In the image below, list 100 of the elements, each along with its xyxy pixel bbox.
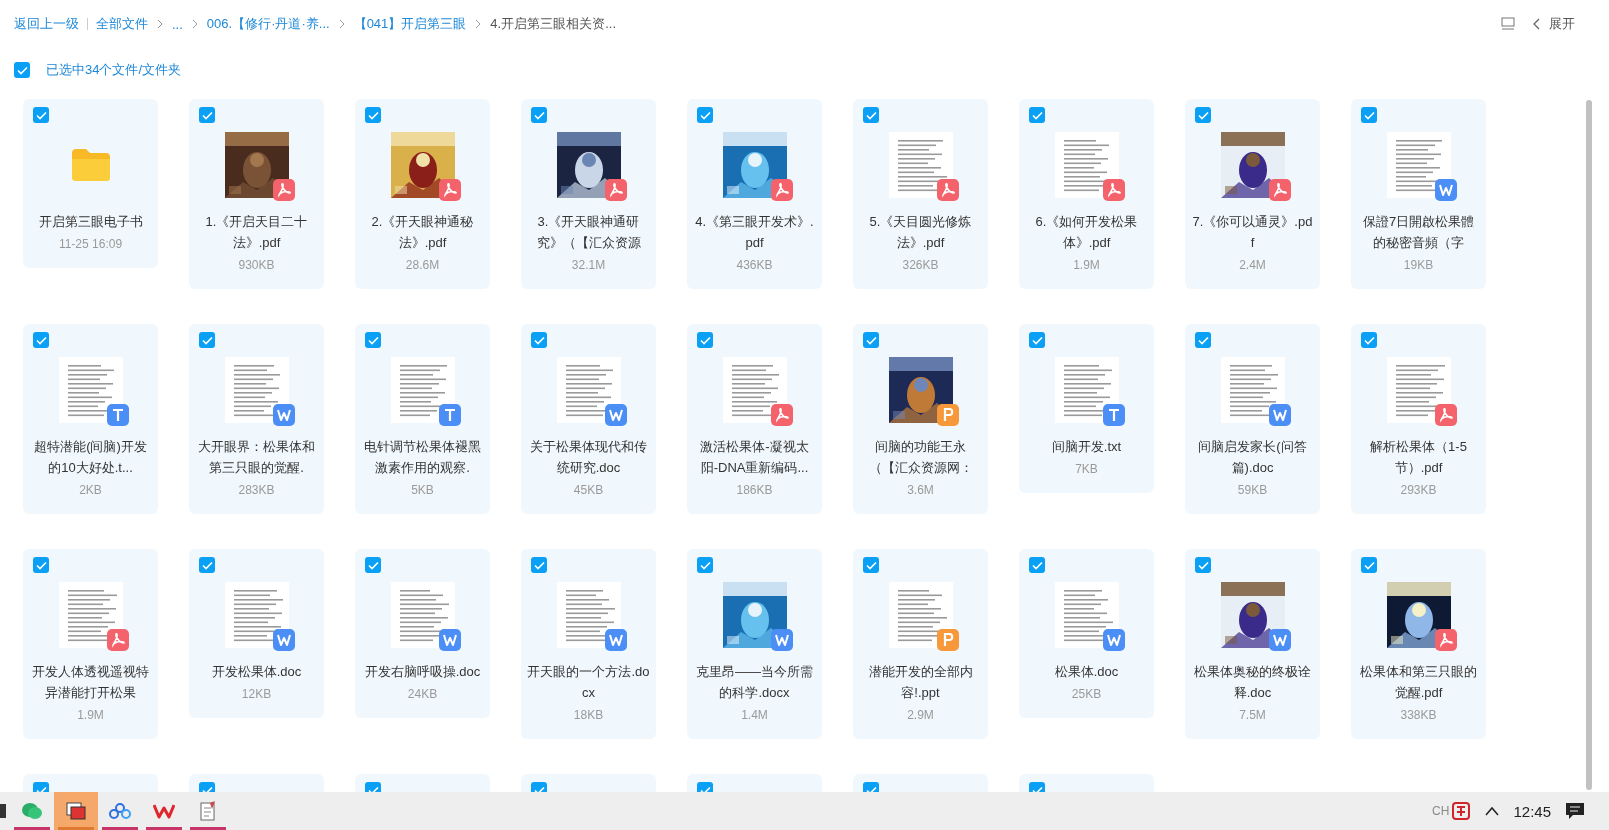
window-icon <box>66 802 86 820</box>
folder-card[interactable]: 开启第三眼电子书 11-25 16:09 <box>23 99 158 268</box>
file-card[interactable]: 6.《如何开发松果体》.pdf 1.9M <box>1019 99 1154 289</box>
file-name: 开天眼的一个方法.docx <box>527 663 650 702</box>
file-card[interactable]: 开天眼的一个方法.docx 18KB <box>521 549 656 739</box>
taskbar-app[interactable] <box>54 792 98 830</box>
checkbox[interactable] <box>199 557 215 573</box>
pdf-badge-icon <box>1268 179 1291 201</box>
file-name: 松果体奥秘的终极诠释.doc <box>1193 663 1312 702</box>
checkbox[interactable] <box>697 332 713 348</box>
checkbox[interactable] <box>531 332 547 348</box>
file-size: 32.1M <box>571 257 606 274</box>
file-card[interactable]: 潜能开发的全部内容!.ppt 2.9M <box>853 549 988 739</box>
clock[interactable]: 12:45 <box>1513 802 1551 820</box>
file-card[interactable]: 保證7日開啟松果體的秘密音頻（字 19KB <box>1351 99 1486 289</box>
checkbox[interactable] <box>697 107 713 123</box>
file-card[interactable]: 开发右脑呼吸操.doc 24KB <box>355 549 490 718</box>
file-card[interactable]: 7.《你可以通灵》.pdf 2.4M <box>1185 99 1320 289</box>
scrollbar-thumb[interactable] <box>1586 100 1592 790</box>
office-icon <box>153 803 175 819</box>
pdf-badge-icon <box>1434 404 1457 426</box>
checkbox[interactable] <box>1195 107 1211 123</box>
checkbox[interactable] <box>1361 332 1377 348</box>
file-name: 6.《如何开发松果体》.pdf <box>1034 213 1139 252</box>
checkbox[interactable] <box>365 107 381 123</box>
text-badge-icon <box>106 404 129 426</box>
checkbox[interactable] <box>199 107 215 123</box>
chevron-up-icon[interactable] <box>1485 806 1500 816</box>
stamp-icon[interactable] <box>1451 801 1472 821</box>
file-size: 19KB <box>1403 257 1434 274</box>
file-card[interactable]: 间脑启发家长(问答篇).doc 59KB <box>1185 324 1320 514</box>
pdf-badge-icon <box>272 179 295 201</box>
back-link[interactable]: 返回上一级 <box>14 15 79 33</box>
word-badge-icon <box>770 629 793 651</box>
file-name: 关于松果体现代和传统研究.doc <box>529 438 648 477</box>
breadcrumb-link[interactable]: 全部文件 <box>96 15 148 33</box>
file-size: 186KB <box>736 482 773 499</box>
checkbox[interactable] <box>1195 332 1211 348</box>
checkbox[interactable] <box>531 557 547 573</box>
file-card[interactable]: 超特潜能(间脑)开发的10大好处.t... 2KB <box>23 324 158 514</box>
file-card[interactable]: 2.《开天眼神通秘法》.pdf 28.6M <box>355 99 490 289</box>
file-card[interactable]: 解析松果体（1-5节）.pdf 293KB <box>1351 324 1486 514</box>
checkbox[interactable] <box>1361 557 1377 573</box>
checkbox[interactable] <box>1361 107 1377 123</box>
checkbox[interactable] <box>1029 332 1045 348</box>
file-size: 283KB <box>238 482 275 499</box>
notification-icon[interactable] <box>1565 802 1585 820</box>
checkbox[interactable] <box>33 557 49 573</box>
breadcrumb-link[interactable]: ... <box>172 16 183 32</box>
file-size: 338KB <box>1400 707 1437 724</box>
file-card[interactable]: 5.《天目圆光修炼法》.pdf 326KB <box>853 99 988 289</box>
word-badge-icon <box>604 629 627 651</box>
file-card[interactable]: 开发松果体.doc 12KB <box>189 549 324 718</box>
file-card[interactable]: 1.《开启天目二十法》.pdf 930KB <box>189 99 324 289</box>
checkbox[interactable] <box>863 107 879 123</box>
checkbox[interactable] <box>365 557 381 573</box>
file-size: 2.9M <box>907 707 934 724</box>
breadcrumb-link[interactable]: 006.【修行·丹道·养... <box>206 15 330 33</box>
file-card[interactable]: 关于松果体现代和传统研究.doc 45KB <box>521 324 656 514</box>
app-icon <box>0 804 6 818</box>
checkbox[interactable] <box>365 332 381 348</box>
file-card[interactable]: 松果体.doc 25KB <box>1019 549 1154 718</box>
expand-button[interactable]: 展开 <box>1533 15 1575 33</box>
file-card[interactable]: 4.《第三眼开发术》.pdf 436KB <box>687 99 822 289</box>
file-card[interactable]: 大开眼界：松果体和第三只眼的觉醒. 283KB <box>189 324 324 514</box>
file-card[interactable]: 松果体奥秘的终极诠释.doc 7.5M <box>1185 549 1320 739</box>
file-card[interactable]: 开发人体透视遥视特异潜能打开松果 1.9M <box>23 549 158 739</box>
pdf-badge-icon <box>1434 629 1457 651</box>
checkbox[interactable] <box>531 107 547 123</box>
file-card[interactable]: 松果体和第三只眼的觉醒.pdf 338KB <box>1351 549 1486 739</box>
checkbox[interactable] <box>33 107 49 123</box>
checkbox[interactable] <box>697 557 713 573</box>
word-badge-icon <box>1434 179 1457 201</box>
file-name: 7.《你可以通灵》.pdf <box>1191 213 1314 252</box>
file-name: 开启第三眼电子书 <box>37 213 144 231</box>
file-size: 25KB <box>1071 686 1102 703</box>
checkbox[interactable] <box>863 332 879 348</box>
file-card[interactable]: 克里昂——当今所需的科学.docx 1.4M <box>687 549 822 739</box>
word-badge-icon <box>604 404 627 426</box>
file-name: 松果体.doc <box>1053 663 1120 681</box>
file-card[interactable]: 激活松果体-凝视太阳-DNA重新编码... 186KB <box>687 324 822 514</box>
checkbox[interactable] <box>1195 557 1211 573</box>
checkbox[interactable] <box>14 62 30 78</box>
word-badge-icon <box>272 629 295 651</box>
file-card[interactable]: 3.《开天眼神通研究》（【汇众资源 32.1M <box>521 99 656 289</box>
slides-badge-icon <box>936 629 959 651</box>
layout-icon[interactable] <box>1501 17 1515 31</box>
breadcrumb-link[interactable]: 【041】开启第三眼 <box>353 15 467 33</box>
word-badge-icon <box>438 629 461 651</box>
checkbox[interactable] <box>1029 107 1045 123</box>
checkbox[interactable] <box>1029 557 1045 573</box>
chat-icon <box>22 802 42 820</box>
file-name: 解析松果体（1-5节）.pdf <box>1369 438 1468 477</box>
checkbox[interactable] <box>199 332 215 348</box>
file-card[interactable]: 电针调节松果体褪黑激素作用的观察. 5KB <box>355 324 490 514</box>
checkbox[interactable] <box>863 557 879 573</box>
file-name: 电针调节松果体褪黑激素作用的观察. <box>363 438 482 477</box>
checkbox[interactable] <box>33 332 49 348</box>
file-card[interactable]: 间脑开发.txt 7KB <box>1019 324 1154 493</box>
file-card[interactable]: 间脑的功能王永（【汇众资源网： 3.6M <box>853 324 988 514</box>
